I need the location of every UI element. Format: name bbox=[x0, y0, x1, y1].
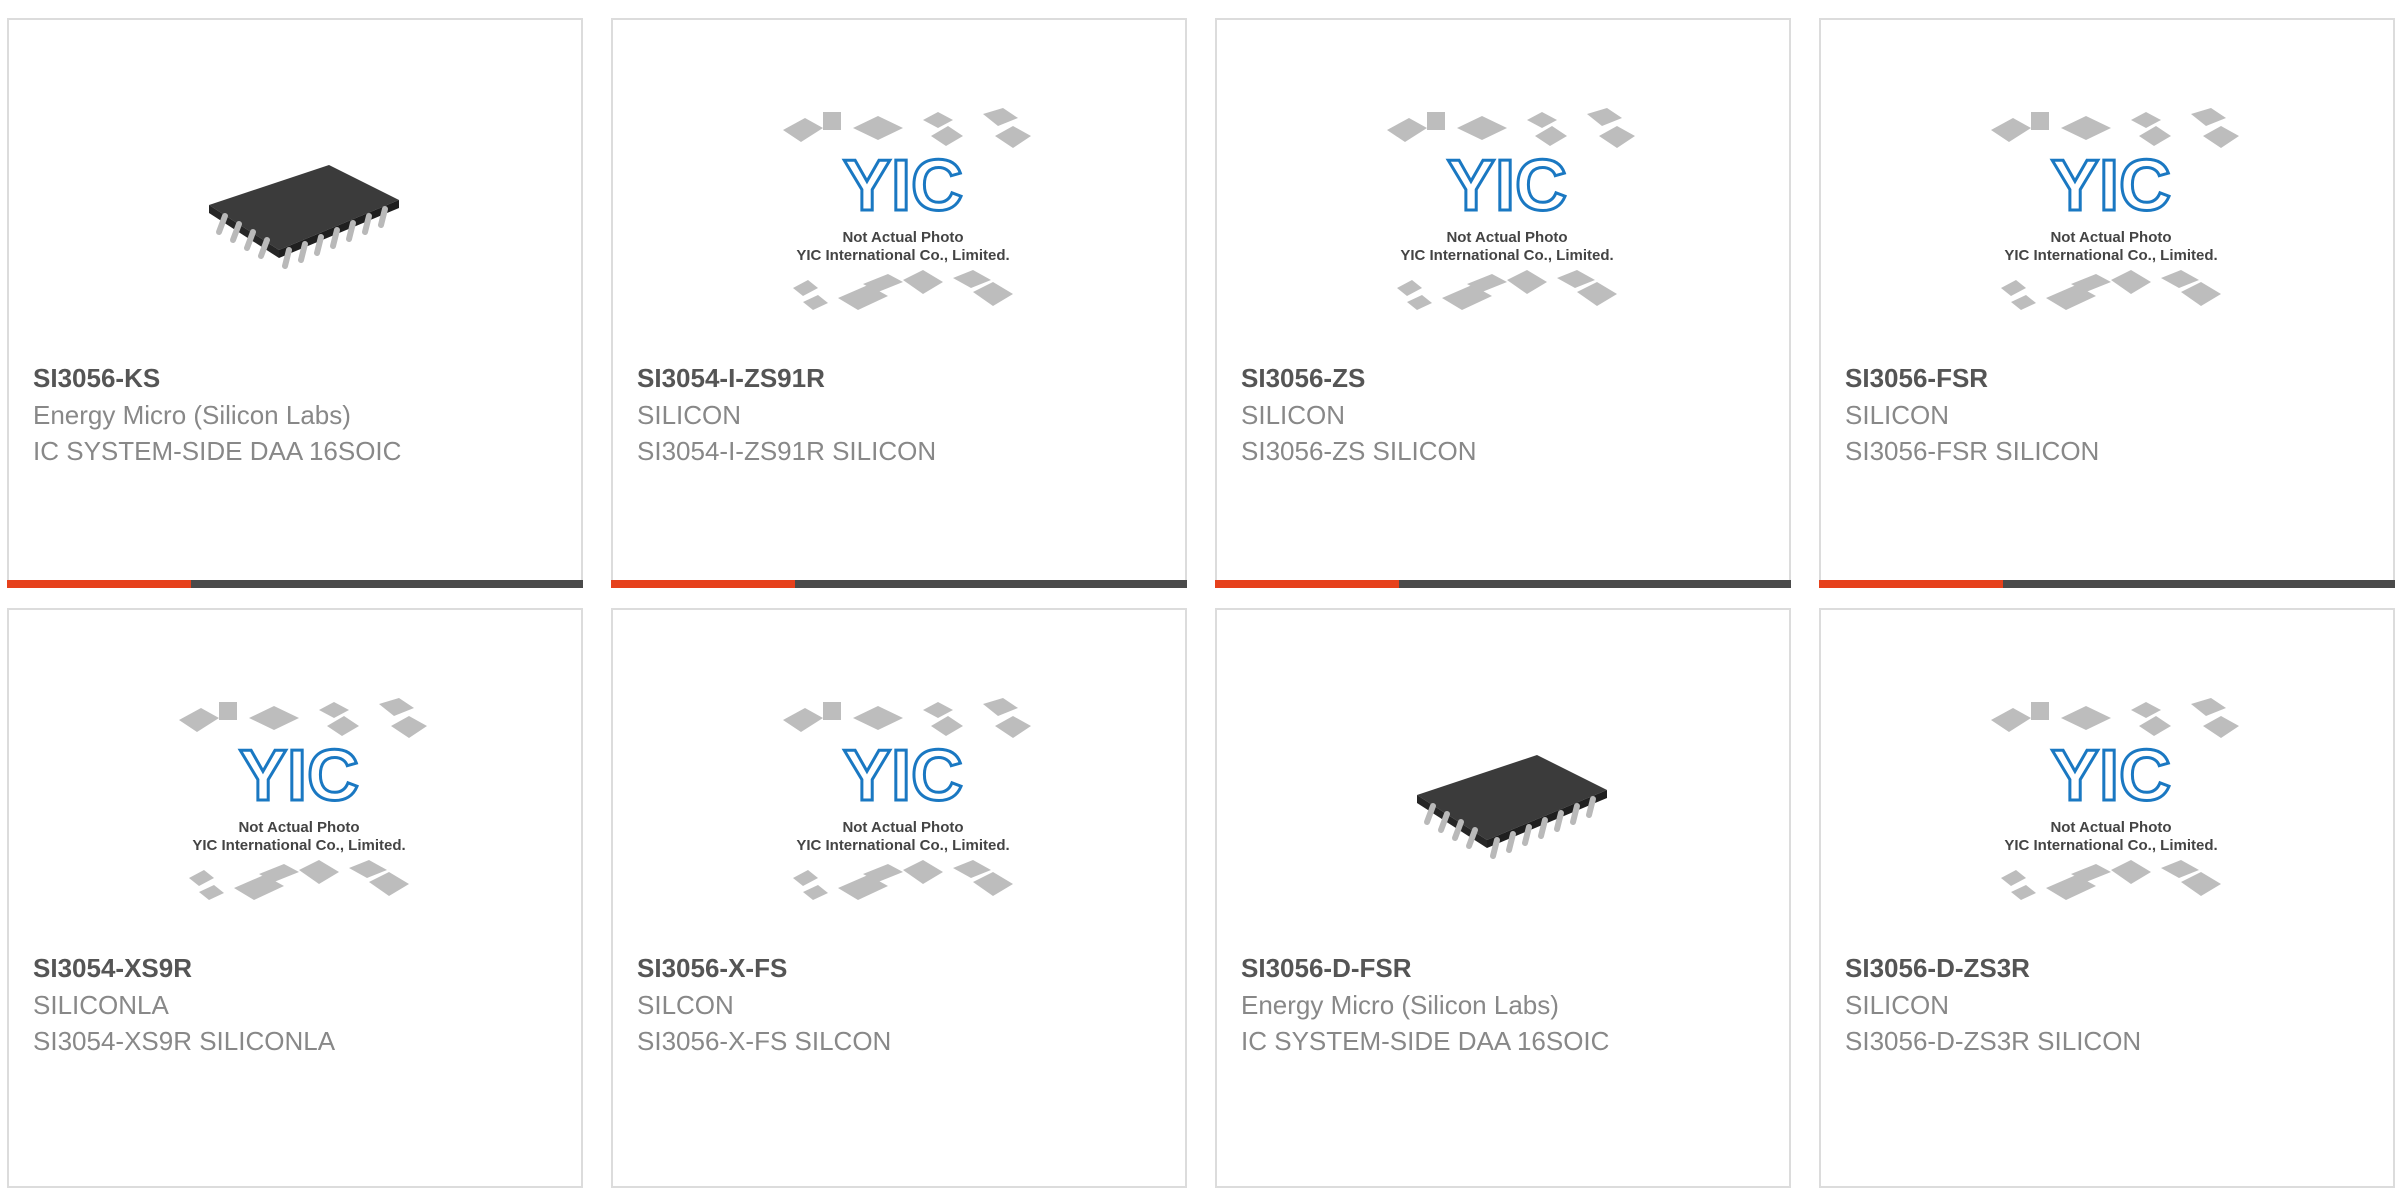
product-image[interactable]: YIC Not Actual Photo YIC International C… bbox=[1367, 100, 1647, 320]
ic-chip-icon bbox=[209, 165, 399, 269]
product-manufacturer: Energy Micro (Silicon Labs) bbox=[33, 400, 351, 430]
placeholder-line1: Not Actual Photo bbox=[842, 229, 963, 246]
product-description: SI3056-D-ZS3R SILICON bbox=[1845, 1026, 2142, 1056]
card-accent-bar bbox=[1819, 580, 2003, 588]
placeholder-line1: Not Actual Photo bbox=[238, 819, 359, 836]
product-description: IC SYSTEM-SIDE DAA 16SOIC bbox=[33, 436, 402, 466]
product-description: SI3056-ZS SILICON bbox=[1241, 436, 1477, 466]
product-image[interactable]: YIC Not Actual Photo YIC International C… bbox=[763, 690, 1043, 910]
product-image[interactable]: YIC Not Actual Photo YIC International C… bbox=[1971, 690, 2251, 910]
placeholder-line2: YIC International Co., Limited. bbox=[796, 837, 1009, 854]
card-footer-bar bbox=[7, 580, 583, 588]
not-actual-photo-placeholder: YIC Not Actual Photo YIC International C… bbox=[1991, 108, 2239, 310]
product-manufacturer: SILICON bbox=[1845, 990, 1950, 1020]
placeholder-line1: Not Actual Photo bbox=[1446, 229, 1567, 246]
product-card[interactable]: YIC Not Actual Photo YIC International C… bbox=[1819, 608, 2395, 1188]
product-card[interactable]: YIC Not Actual Photo YIC International C… bbox=[611, 18, 1187, 588]
yic-logo: YIC bbox=[239, 736, 359, 816]
product-image[interactable]: YIC Not Actual Photo YIC International C… bbox=[763, 100, 1043, 320]
card-footer-bar bbox=[1819, 580, 2395, 588]
placeholder-line1: Not Actual Photo bbox=[842, 819, 963, 836]
product-image[interactable] bbox=[159, 100, 439, 320]
product-manufacturer: SILCON bbox=[637, 990, 734, 1020]
product-part-number[interactable]: SI3056-FSR bbox=[1845, 363, 1988, 394]
product-part-number[interactable]: SI3056-D-FSR bbox=[1241, 953, 1412, 984]
product-description: SI3056-X-FS SILCON bbox=[637, 1026, 892, 1056]
product-part-number[interactable]: SI3054-I-ZS91R bbox=[637, 363, 825, 394]
placeholder-line2: YIC International Co., Limited. bbox=[796, 247, 1009, 264]
product-image[interactable] bbox=[1367, 690, 1647, 910]
yic-logo: YIC bbox=[2051, 146, 2171, 226]
placeholder-line2: YIC International Co., Limited. bbox=[192, 837, 405, 854]
yic-logo: YIC bbox=[843, 736, 963, 816]
product-card[interactable]: YIC Not Actual Photo YIC International C… bbox=[7, 608, 583, 1188]
not-actual-photo-placeholder: YIC Not Actual Photo YIC International C… bbox=[1387, 108, 1635, 310]
card-accent-bar bbox=[611, 580, 795, 588]
not-actual-photo-placeholder: YIC Not Actual Photo YIC International C… bbox=[783, 108, 1031, 310]
placeholder-line1: Not Actual Photo bbox=[2050, 229, 2171, 246]
placeholder-line1: Not Actual Photo bbox=[2050, 819, 2171, 836]
product-card[interactable]: SI3056-KS Energy Micro (Silicon Labs) IC… bbox=[7, 18, 583, 588]
product-part-number[interactable]: SI3056-KS bbox=[33, 363, 160, 394]
yic-logo: YIC bbox=[843, 146, 963, 226]
not-actual-photo-placeholder: YIC Not Actual Photo YIC International C… bbox=[1991, 698, 2239, 900]
product-description: IC SYSTEM-SIDE DAA 16SOIC bbox=[1241, 1026, 1610, 1056]
product-card[interactable]: SI3056-D-FSR Energy Micro (Silicon Labs)… bbox=[1215, 608, 1791, 1188]
product-image[interactable]: YIC Not Actual Photo YIC International C… bbox=[1971, 100, 2251, 320]
product-part-number[interactable]: SI3056-ZS bbox=[1241, 363, 1365, 394]
not-actual-photo-placeholder: YIC Not Actual Photo YIC International C… bbox=[783, 698, 1031, 900]
not-actual-photo-placeholder: YIC Not Actual Photo YIC International C… bbox=[179, 698, 427, 900]
card-footer-bar bbox=[1215, 580, 1791, 588]
yic-logo: YIC bbox=[2051, 736, 2171, 816]
product-part-number[interactable]: SI3056-X-FS bbox=[637, 953, 787, 984]
ic-chip-icon bbox=[1417, 755, 1607, 859]
placeholder-line2: YIC International Co., Limited. bbox=[2004, 837, 2217, 854]
product-card[interactable]: YIC Not Actual Photo YIC International C… bbox=[611, 608, 1187, 1188]
product-card[interactable]: YIC Not Actual Photo YIC International C… bbox=[1819, 18, 2395, 588]
card-accent-bar bbox=[1215, 580, 1399, 588]
product-description: SI3054-XS9R SILICONLA bbox=[33, 1026, 336, 1056]
product-manufacturer: SILICON bbox=[1845, 400, 1950, 430]
product-card[interactable]: YIC Not Actual Photo YIC International C… bbox=[1215, 18, 1791, 588]
product-part-number[interactable]: SI3054-XS9R bbox=[33, 953, 192, 984]
placeholder-line2: YIC International Co., Limited. bbox=[2004, 247, 2217, 264]
product-manufacturer: SILICON bbox=[637, 400, 742, 430]
yic-logo: YIC bbox=[1447, 146, 1567, 226]
placeholder-line2: YIC International Co., Limited. bbox=[1400, 247, 1613, 264]
product-manufacturer: SILICON bbox=[1241, 400, 1346, 430]
product-description: SI3056-FSR SILICON bbox=[1845, 436, 2100, 466]
card-accent-bar bbox=[7, 580, 191, 588]
card-footer-bar bbox=[611, 580, 1187, 588]
product-part-number[interactable]: SI3056-D-ZS3R bbox=[1845, 953, 2030, 984]
product-manufacturer: Energy Micro (Silicon Labs) bbox=[1241, 990, 1559, 1020]
product-description: SI3054-I-ZS91R SILICON bbox=[637, 436, 937, 466]
product-image[interactable]: YIC Not Actual Photo YIC International C… bbox=[159, 690, 439, 910]
product-manufacturer: SILICONLA bbox=[33, 990, 169, 1020]
